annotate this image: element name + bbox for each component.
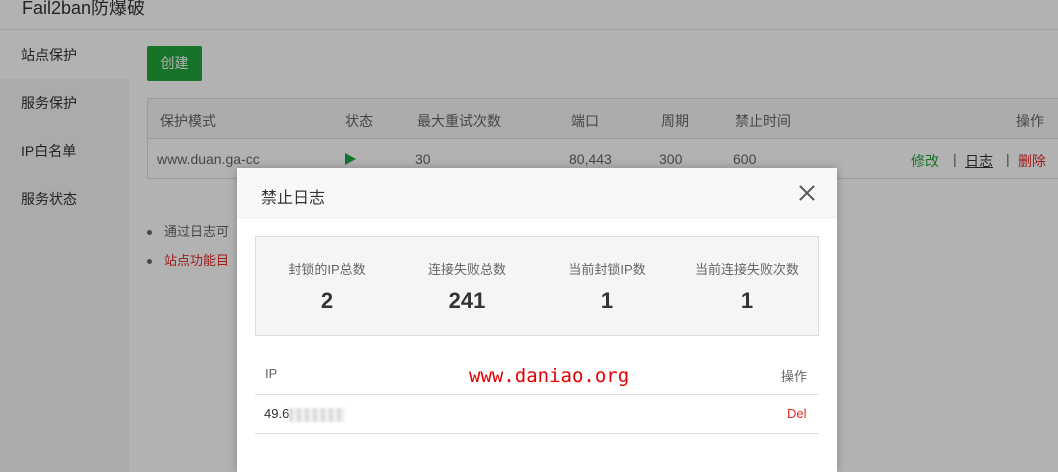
stat-value: 241 [448, 288, 486, 313]
stat-label: 当前连接失败次数 [694, 262, 799, 277]
redacted-mask [289, 407, 346, 422]
table-row: 49.6 Del [255, 395, 819, 434]
del-link[interactable]: Del [787, 406, 807, 421]
ip-text: 49.6 [264, 406, 290, 421]
dialog-header: 禁止日志 [237, 168, 837, 218]
stat-label: 连接失败总数 [427, 262, 506, 277]
stat-value: 1 [740, 288, 754, 313]
stat-label: 封锁的IP总数 [288, 262, 366, 277]
ban-log-dialog: 禁止日志 封锁的IP总数 2 连接失败总数 241 当前封锁IP数 1 当前连接… [237, 168, 837, 472]
watermark: www.daniao.org [469, 365, 630, 387]
stat-label: 当前封锁IP数 [568, 262, 646, 277]
stat-value: 1 [600, 288, 614, 313]
col-header-action: 操作 [781, 369, 808, 384]
stat-current-banned-ips: 当前封锁IP数 1 [537, 237, 677, 314]
stat-total-failures: 连接失败总数 241 [397, 237, 537, 314]
stat-total-banned-ips: 封锁的IP总数 2 [257, 237, 397, 314]
dialog-title: 禁止日志 [261, 190, 326, 207]
stats-panel: 封锁的IP总数 2 连接失败总数 241 当前封锁IP数 1 当前连接失败次数 … [255, 236, 819, 336]
ip-value: 49.6 [264, 406, 346, 422]
stat-current-failures: 当前连接失败次数 1 [677, 237, 817, 314]
col-header-ip: IP [265, 366, 278, 381]
close-icon[interactable] [797, 183, 817, 203]
stat-value: 2 [320, 288, 334, 313]
